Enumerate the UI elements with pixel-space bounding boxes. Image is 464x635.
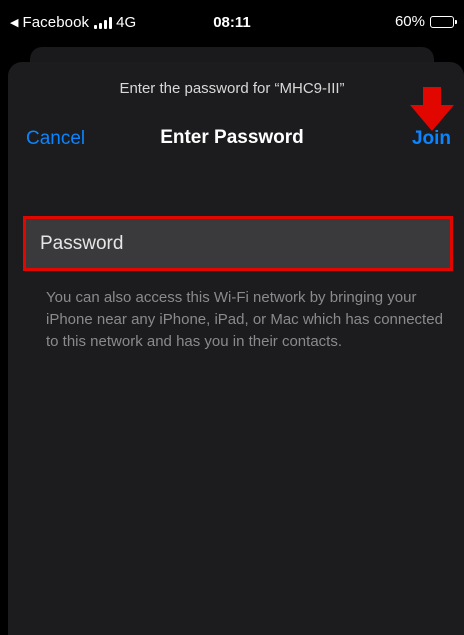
red-down-arrow-icon xyxy=(410,87,454,131)
info-text: You can also access this Wi-Fi network b… xyxy=(46,289,443,350)
join-button[interactable]: Join xyxy=(412,128,451,150)
battery-icon xyxy=(430,15,457,28)
status-bar: ◀ Facebook 4G 08:11 60% xyxy=(0,0,464,44)
network-prompt: Enter the password for “MHC9-III” xyxy=(119,80,345,97)
password-input[interactable] xyxy=(26,219,450,268)
battery-percent: 60% xyxy=(394,13,425,30)
status-right: 60% xyxy=(394,13,457,30)
sheet-title: Enter Password xyxy=(160,127,304,148)
